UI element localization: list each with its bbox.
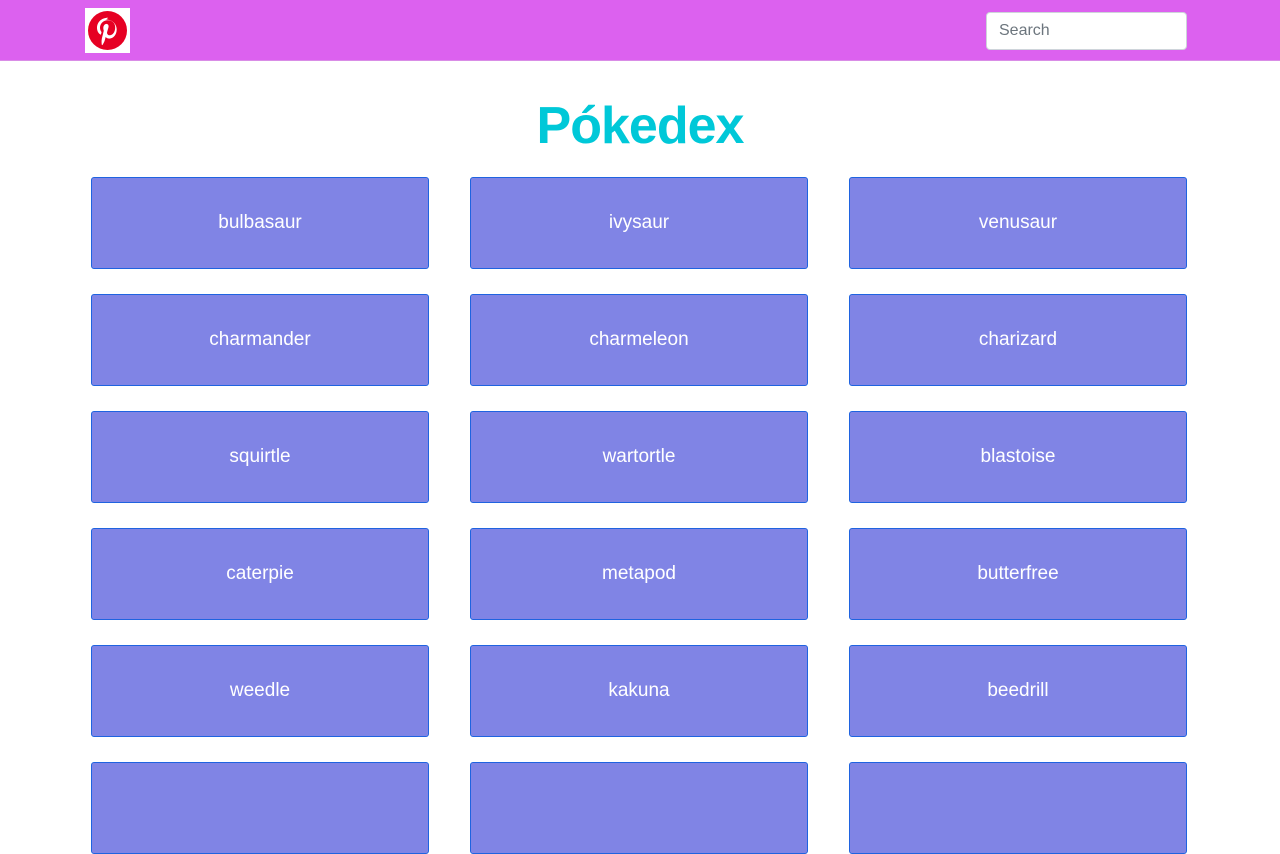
pokemon-card[interactable]: charmander bbox=[91, 294, 429, 386]
pokemon-card[interactable]: wartortle bbox=[470, 411, 808, 503]
pokemon-name: beedrill bbox=[987, 680, 1049, 701]
pokemon-card[interactable] bbox=[470, 762, 808, 854]
pokemon-name: charmander bbox=[209, 329, 311, 350]
pokemon-name: charmeleon bbox=[589, 329, 689, 350]
pokemon-name: wartortle bbox=[602, 446, 676, 467]
pokemon-name: squirtle bbox=[229, 446, 291, 467]
pinterest-logo-icon[interactable] bbox=[85, 8, 130, 53]
pokemon-card[interactable]: ivysaur bbox=[470, 177, 808, 269]
pokemon-card[interactable]: butterfree bbox=[849, 528, 1187, 620]
pokemon-name: charizard bbox=[978, 329, 1058, 350]
pokemon-name: weedle bbox=[229, 680, 291, 701]
navbar bbox=[0, 0, 1280, 61]
pokemon-card[interactable]: weedle bbox=[91, 645, 429, 737]
pokemon-card[interactable]: beedrill bbox=[849, 645, 1187, 737]
pokemon-card[interactable]: charmeleon bbox=[470, 294, 808, 386]
pokemon-name: bulbasaur bbox=[218, 212, 302, 233]
pokemon-name: venusaur bbox=[978, 212, 1058, 233]
pokemon-name: caterpie bbox=[226, 563, 294, 584]
pokemon-card[interactable]: metapod bbox=[470, 528, 808, 620]
pokemon-card[interactable]: squirtle bbox=[91, 411, 429, 503]
pokemon-card[interactable]: blastoise bbox=[849, 411, 1187, 503]
pokemon-name: blastoise bbox=[980, 446, 1056, 467]
search-input[interactable] bbox=[986, 12, 1187, 50]
pokemon-card[interactable]: bulbasaur bbox=[91, 177, 429, 269]
pinterest-logo-svg bbox=[88, 11, 127, 50]
pokemon-card[interactable]: caterpie bbox=[91, 528, 429, 620]
pokemon-name: kakuna bbox=[608, 680, 670, 701]
pokemon-card[interactable] bbox=[849, 762, 1187, 854]
pokemon-name: butterfree bbox=[977, 563, 1059, 584]
pokemon-name: ivysaur bbox=[608, 212, 670, 233]
pokemon-card[interactable]: venusaur bbox=[849, 177, 1187, 269]
pokemon-grid: bulbasaur ivysaur venusaur charmander ch… bbox=[91, 177, 1187, 854]
pokemon-name: metapod bbox=[602, 563, 676, 584]
pokemon-card[interactable]: charizard bbox=[849, 294, 1187, 386]
pokemon-card[interactable]: kakuna bbox=[470, 645, 808, 737]
pokemon-card[interactable] bbox=[91, 762, 429, 854]
page-title: Pókedex bbox=[536, 97, 745, 155]
